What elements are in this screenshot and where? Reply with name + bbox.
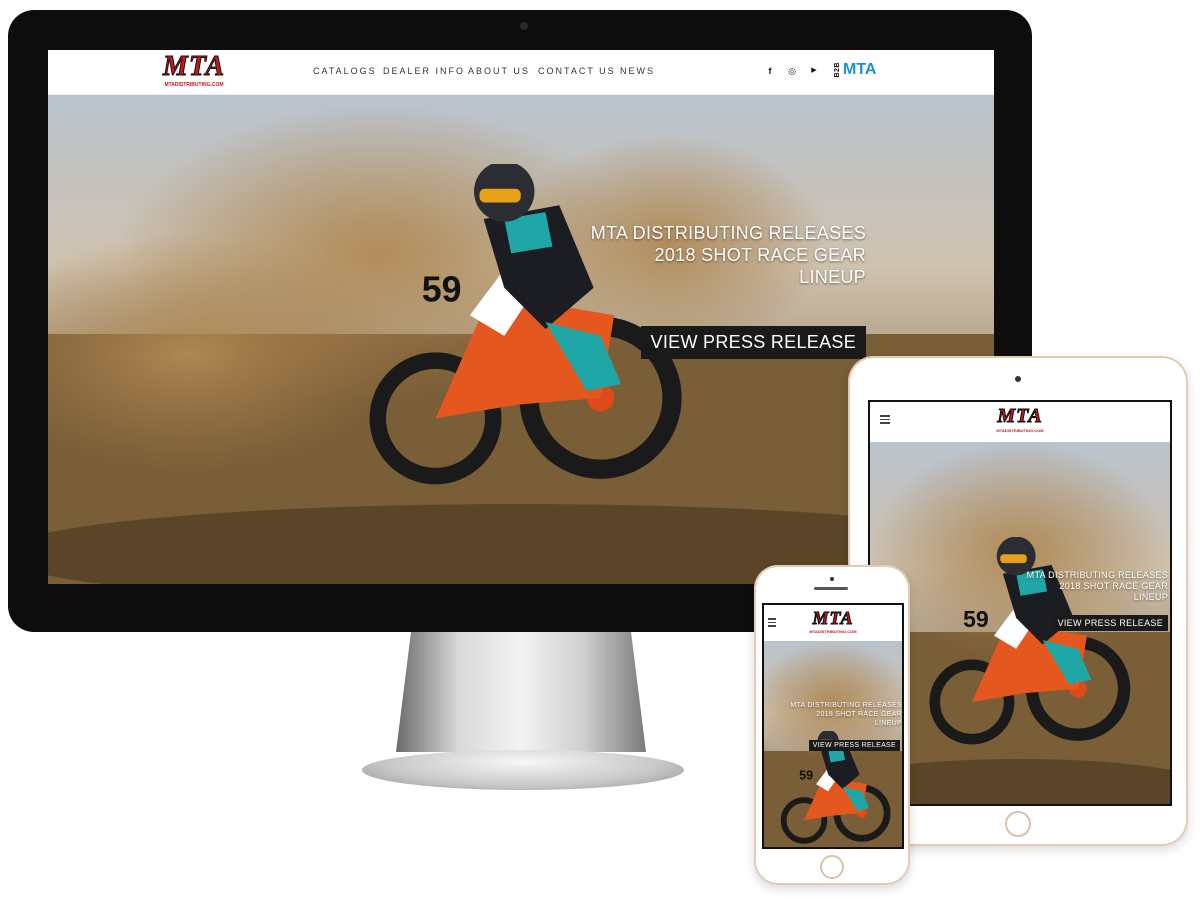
hero-headline: MTA DISTRIBUTING RELEASES 2018 SHOT RACE… [1027, 570, 1168, 603]
logo-mark: MTA [812, 608, 854, 629]
nav-news[interactable]: NEWS [620, 66, 655, 76]
headline-line-2: 2018 SHOT RACE GEAR [654, 245, 866, 265]
instagram-icon[interactable]: ◎ [786, 65, 798, 77]
phone-logo[interactable]: MTA MTADISTRIBUTING.COM [808, 607, 858, 637]
view-press-release-button[interactable]: VIEW PRESS RELEASE [640, 326, 866, 359]
phone-header: MTA MTADISTRIBUTING.COM [764, 605, 902, 641]
hamburger-menu-icon[interactable] [880, 415, 890, 424]
headline-line-3: LINEUP [1133, 592, 1168, 602]
view-press-release-button[interactable]: VIEW PRESS RELEASE [808, 740, 900, 751]
b2b-small-label: B2B [834, 62, 841, 78]
nav-contact-us[interactable]: CONTACT US [538, 66, 616, 76]
logo-subtext: MTADISTRIBUTING.COM [164, 82, 224, 88]
facebook-icon[interactable]: f [764, 65, 776, 77]
phone-device: MTA MTADISTRIBUTING.COM MTA DISTRIBUTING… [754, 565, 910, 885]
site-header: MTA MTADISTRIBUTING.COM CATALOGS DEALER … [48, 50, 994, 95]
b2b-main-label: MTA [843, 61, 877, 78]
monitor-stand-base [362, 750, 684, 790]
headline-line-1: MTA DISTRIBUTING RELEASES [1026, 570, 1168, 580]
phone-hero: MTA DISTRIBUTING RELEASES 2018 SHOT RACE… [764, 641, 902, 847]
headline-line-3: LINEUP [874, 720, 902, 727]
tablet-home-button[interactable] [1005, 811, 1031, 837]
monitor-camera [520, 22, 528, 30]
nav-about-us[interactable]: ABOUT US [468, 66, 530, 76]
headline-line-2: 2018 SHOT RACE GEAR [1059, 581, 1168, 591]
headline-line-1: MTA DISTRIBUTING RELEASES [790, 702, 902, 709]
nav-dealer-info[interactable]: DEALER INFO [383, 66, 465, 76]
monitor-stand [396, 632, 646, 752]
view-press-release-button[interactable]: VIEW PRESS RELEASE [1052, 615, 1168, 631]
tablet-logo[interactable]: MTA MTADISTRIBUTING.COM [992, 404, 1048, 438]
phone-camera [830, 577, 834, 581]
logo-mark: MTA [997, 405, 1043, 428]
tablet-header: MTA MTADISTRIBUTING.COM [870, 402, 1170, 442]
headline-line-2: 2018 SHOT RACE GEAR [816, 711, 902, 718]
nav-catalogs[interactable]: CATALOGS [313, 66, 377, 76]
tablet-hero: MTA DISTRIBUTING RELEASES 2018 SHOT RACE… [870, 442, 1170, 804]
phone-screen: MTA MTADISTRIBUTING.COM MTA DISTRIBUTING… [762, 603, 904, 849]
logo-mark: MTA [162, 51, 226, 82]
hamburger-menu-icon[interactable] [768, 618, 776, 627]
site-logo[interactable]: MTA MTADISTRIBUTING.COM [158, 51, 230, 92]
phone-home-button[interactable] [820, 855, 844, 879]
logo-subtext: MTADISTRIBUTING.COM [809, 629, 857, 634]
logo-subtext: MTADISTRIBUTING.COM [996, 428, 1044, 433]
headline-line-1: MTA DISTRIBUTING RELEASES [590, 223, 866, 243]
phone-speaker [814, 587, 848, 590]
tablet-camera [1015, 376, 1021, 382]
headline-line-3: LINEUP [799, 267, 866, 287]
tablet-screen: MTA MTADISTRIBUTING.COM MTA DISTRIBUTING… [868, 400, 1172, 806]
youtube-icon[interactable]: ▶ [808, 65, 820, 77]
hero-headline: MTA DISTRIBUTING RELEASES 2018 SHOT RACE… [591, 222, 866, 288]
b2b-mta-link[interactable]: B2B MTA [834, 61, 876, 79]
hero-headline: MTA DISTRIBUTING RELEASES 2018 SHOT RACE… [790, 701, 902, 728]
